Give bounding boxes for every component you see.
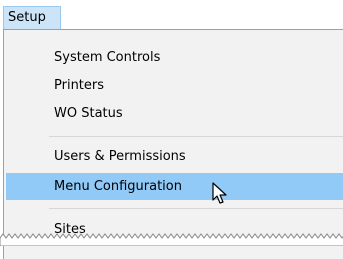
setup-dropdown-menu: System Controls Printers WO Status Users… (3, 29, 343, 259)
menu-separator (49, 136, 343, 137)
menu-bar: Setup (0, 0, 343, 32)
menu-item-menu-configuration[interactable]: Menu Configuration (6, 173, 343, 200)
menu-item-printers[interactable]: Printers (6, 72, 343, 99)
menu-separator (49, 208, 343, 209)
mouse-pointer-icon (212, 182, 227, 204)
menu-setup-label: Setup (8, 10, 46, 25)
menu-item-wo-status[interactable]: WO Status (6, 100, 343, 127)
menu-item-label: Menu Configuration (54, 179, 182, 194)
torn-edge (0, 233, 343, 246)
menu-item-label: WO Status (54, 106, 123, 121)
menu-item-system-controls[interactable]: System Controls (6, 44, 343, 71)
menu-item-users-permissions[interactable]: Users & Permissions (6, 143, 343, 170)
menu-item-label: Printers (54, 78, 105, 93)
menu-item-label: System Controls (54, 50, 161, 65)
menu-item-label: Users & Permissions (54, 149, 186, 164)
menu-setup[interactable]: Setup (3, 6, 61, 30)
